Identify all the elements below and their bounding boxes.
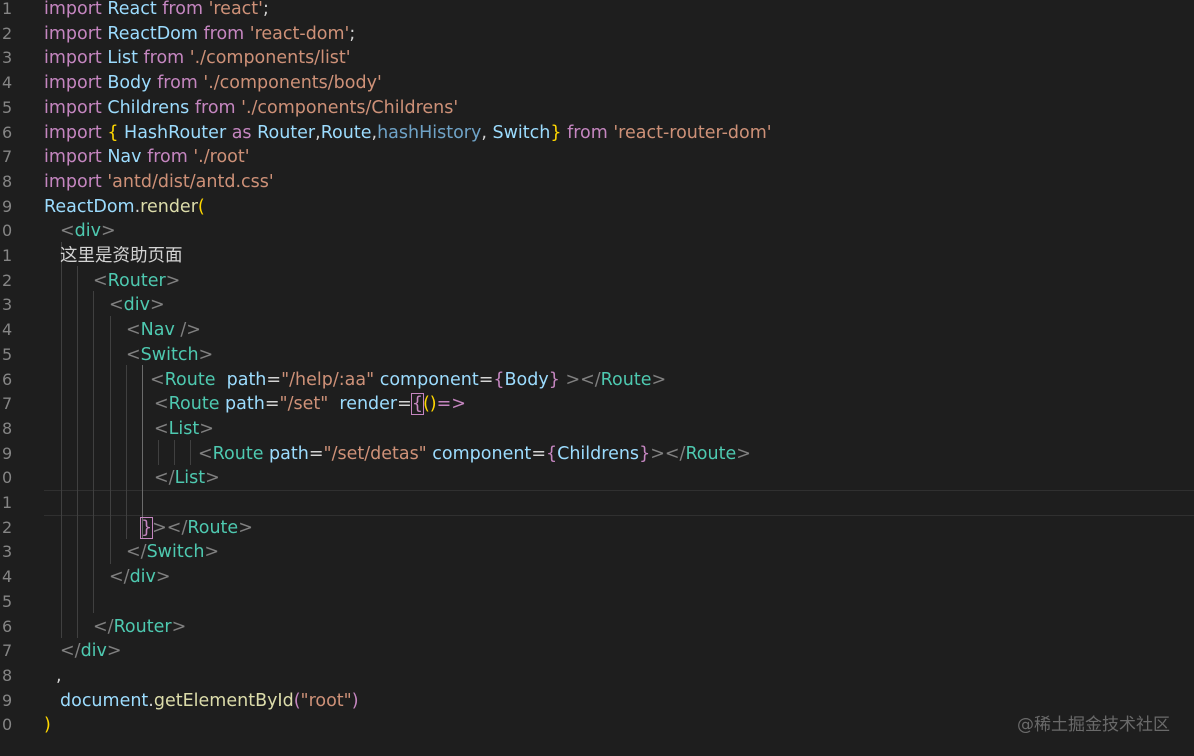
line-number: 8 — [2, 418, 13, 438]
code-line: </Router> — [93, 616, 187, 637]
code-line: <div> — [60, 221, 116, 242]
line-number: 9 — [2, 196, 13, 216]
line-number: 6 — [2, 122, 13, 142]
line-number: 5 — [2, 591, 13, 611]
code-line: <Router> — [93, 270, 181, 291]
line-number: 1 — [2, 493, 13, 512]
line-number: 0 — [2, 468, 13, 488]
line-number: 5 — [2, 344, 13, 364]
line-number: 4 — [2, 567, 13, 587]
code-line: <Route path="/help/:aa" component={Body}… — [150, 369, 667, 390]
code-line: ReactDom.render( — [44, 196, 205, 217]
line-number: 5 — [2, 97, 13, 117]
line-number: 6 — [2, 369, 13, 389]
line-number: 2 — [2, 270, 13, 290]
code-line: import React from 'react'; — [44, 0, 269, 19]
line-number-gutter: 1 2 3 4 5 6 7 8 9 0 1 2 3 4 5 6 7 8 9 0 1 2 3 4 5 6 7 8 9 0 — [0, 0, 36, 756]
line-number: 7 — [2, 394, 13, 414]
line-number: 3 — [2, 542, 13, 562]
code-line: <List> — [154, 418, 214, 439]
code-line: </List> — [154, 468, 220, 489]
line-number: 1 — [2, 0, 13, 18]
code-line: </div> — [60, 641, 122, 662]
code-line: ) — [44, 715, 51, 736]
line-number: 2 — [2, 23, 13, 43]
code-line: <div> — [109, 295, 165, 316]
code-line: import Nav from './root' — [44, 147, 250, 168]
code-area[interactable]: import React from 'react'; import ReactD… — [44, 0, 1194, 756]
code-line: <Switch> — [126, 344, 214, 365]
code-line: import ReactDom from 'react-dom'; — [44, 23, 356, 44]
line-number: 0 — [2, 715, 13, 735]
line-number: 3 — [2, 48, 13, 68]
watermark: @稀土掘金技术社区 — [1017, 715, 1170, 735]
code-line: document.getElementById("root") — [60, 690, 359, 711]
code-line: <Nav /> — [126, 320, 201, 341]
code-line: </div> — [109, 567, 171, 588]
code-line: import Childrens from './components/Chil… — [44, 97, 459, 118]
line-number: 4 — [2, 320, 13, 340]
line-number: 9 — [2, 690, 13, 710]
code-line: <Route path="/set" render={()=> — [154, 393, 466, 416]
code-line: , — [56, 665, 62, 686]
line-number: 6 — [2, 616, 13, 636]
code-line: </Switch> — [126, 542, 220, 563]
code-line: import List from './components/list' — [44, 48, 351, 69]
line-number: 7 — [2, 641, 13, 661]
line-number: 8 — [2, 171, 13, 191]
line-number: 9 — [2, 443, 13, 463]
code-line: <Route path="/set/detas" component={Chil… — [198, 443, 751, 464]
code-line: import Body from './components/body' — [44, 73, 382, 94]
code-line: }></Route> — [139, 516, 253, 539]
line-number: 1 — [2, 246, 13, 265]
code-line: 这里是资助页面 — [60, 246, 183, 266]
code-editor[interactable]: 1 2 3 4 5 6 7 8 9 0 1 2 3 4 5 6 7 8 9 0 1 2 3 4 5 6 7 8 9 0 import Re… — [0, 0, 1194, 756]
line-number: 3 — [2, 295, 13, 315]
line-number: 7 — [2, 147, 13, 167]
code-line: import { HashRouter as Router,Route,hash… — [44, 122, 772, 143]
line-number: 4 — [2, 73, 13, 93]
code-line: import 'antd/dist/antd.css' — [44, 171, 274, 192]
line-number: 2 — [2, 517, 13, 537]
line-number: 8 — [2, 665, 13, 685]
line-number: 0 — [2, 221, 13, 241]
